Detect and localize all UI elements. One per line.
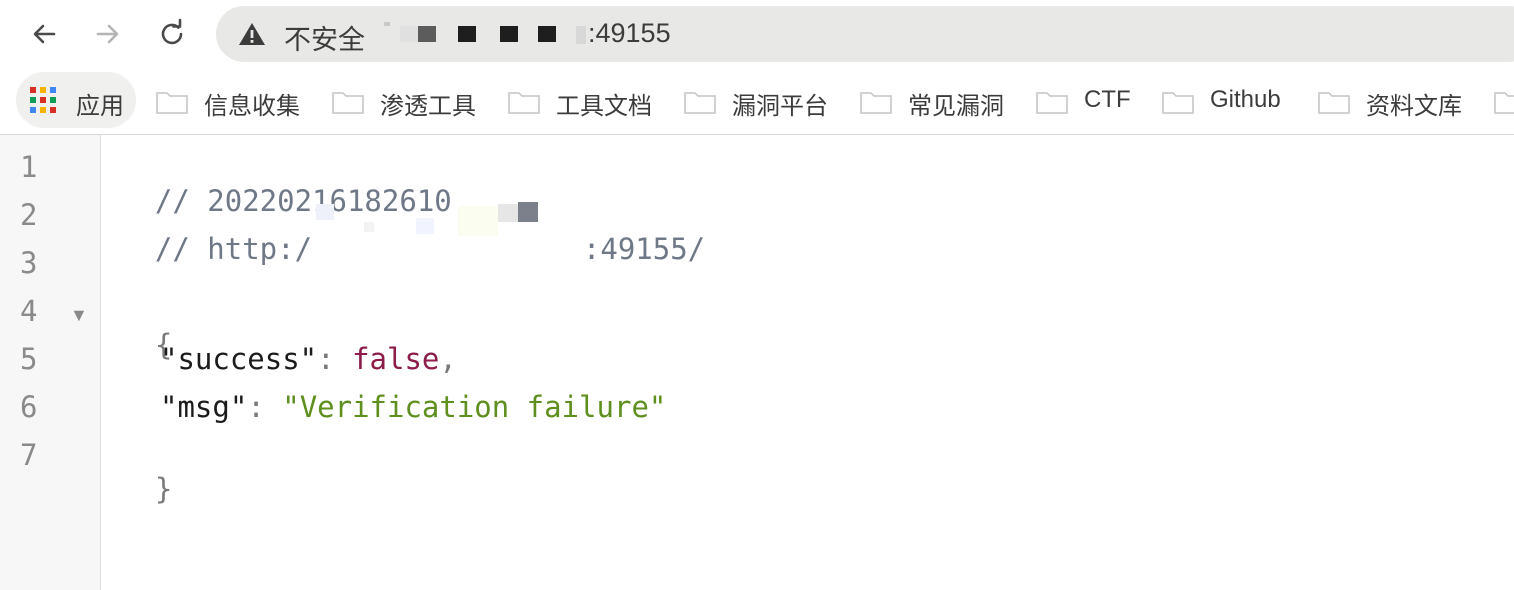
bookmark-label: 信息收集	[204, 93, 300, 120]
folder-icon	[1162, 92, 1194, 114]
redacted-url-host	[298, 200, 550, 240]
bookmark-folder-resource-library[interactable]: 资料文库	[1318, 72, 1478, 128]
bookmark-label: CTF	[1084, 86, 1131, 113]
bookmark-label: 漏洞平台	[732, 93, 828, 120]
colon: :	[247, 390, 265, 424]
code-line-5: "success": false,	[160, 342, 457, 376]
browser-toolbar: 不安全 :49155	[0, 0, 1514, 68]
line-number-gutter	[0, 135, 101, 590]
bookmark-label: 常见漏洞	[908, 93, 1004, 120]
code-line-2-suffix: :49155/	[548, 198, 705, 266]
reload-button[interactable]	[152, 14, 192, 54]
collapse-toggle-icon[interactable]: ▼	[70, 305, 88, 326]
close-brace: }	[154, 472, 173, 506]
url-comment-suffix: :49155/	[582, 232, 706, 266]
security-status-label[interactable]: 不安全	[284, 18, 365, 57]
bookmark-folder-github[interactable]: Github	[1162, 72, 1302, 128]
line-number: 7	[20, 438, 38, 472]
bookmark-folder-vuln-platforms[interactable]: 漏洞平台	[684, 72, 844, 128]
bookmark-label: 工具文档	[556, 93, 652, 120]
line-number: 5	[20, 342, 38, 376]
bookmarks-bar: 应用 信息收集 渗透工具 工具文档 漏洞平台 常见漏洞 CTF Github 资…	[0, 68, 1514, 135]
bookmark-folder-overflow[interactable]	[1494, 72, 1514, 128]
folder-icon	[860, 92, 892, 114]
bookmark-label: Github	[1210, 86, 1281, 113]
colon: :	[317, 342, 335, 376]
json-value-false: false	[352, 342, 440, 376]
forward-button[interactable]	[88, 14, 128, 54]
bookmark-label: 渗透工具	[380, 93, 476, 120]
folder-icon	[332, 92, 364, 114]
code-line-2: // http:/	[120, 198, 312, 266]
forward-arrow-icon	[96, 24, 119, 44]
folder-icon	[156, 92, 188, 114]
line-number: 2	[20, 198, 38, 232]
back-button[interactable]	[24, 14, 64, 54]
apps-grid-icon	[30, 87, 56, 113]
comma: ,	[439, 342, 457, 376]
warning-icon	[239, 23, 265, 45]
line-number: 6	[20, 390, 38, 424]
bookmark-folder-pentest-tools[interactable]: 渗透工具	[332, 72, 492, 128]
bookmark-folder-tool-docs[interactable]: 工具文档	[508, 72, 668, 128]
json-value-msg: "Verification failure"	[282, 390, 667, 424]
apps-label: 应用	[76, 93, 124, 120]
redacted-host	[376, 20, 746, 50]
code-line-7: }	[120, 438, 172, 506]
reload-icon	[161, 18, 183, 45]
line-number: 1	[20, 150, 38, 184]
bookmark-folder-info-gathering[interactable]: 信息收集	[156, 72, 316, 128]
bookmark-folder-common-vulns[interactable]: 常见漏洞	[860, 72, 1020, 128]
line-number: 3	[20, 246, 38, 280]
code-line-6: "msg": "Verification failure"	[160, 390, 666, 424]
json-key-msg: "msg"	[160, 390, 248, 424]
url-port-text[interactable]: :49155	[588, 18, 671, 49]
url-comment-prefix: // http:/	[154, 232, 313, 266]
bookmark-label: 资料文库	[1366, 93, 1462, 120]
folder-icon	[684, 92, 716, 114]
folder-icon	[1494, 92, 1514, 114]
folder-icon	[1036, 92, 1068, 114]
json-key-success: "success"	[160, 342, 318, 376]
line-number: 4	[20, 294, 38, 328]
apps-shortcut[interactable]: 应用	[16, 72, 136, 128]
back-arrow-icon	[33, 24, 56, 44]
bookmark-folder-ctf[interactable]: CTF	[1036, 72, 1146, 128]
folder-icon	[1318, 92, 1350, 114]
folder-icon	[508, 92, 540, 114]
address-bar[interactable]: 不安全 :49155	[216, 6, 1514, 62]
